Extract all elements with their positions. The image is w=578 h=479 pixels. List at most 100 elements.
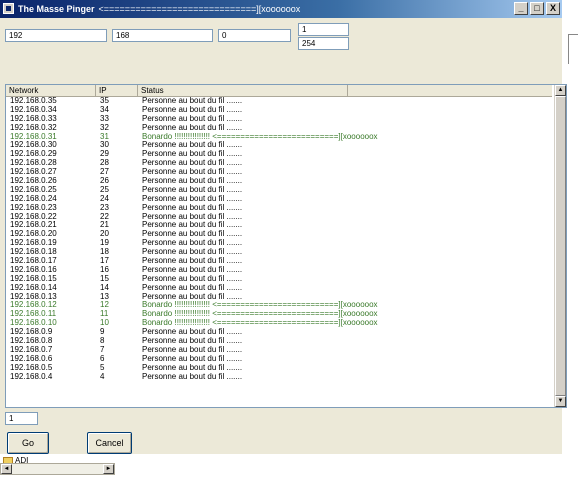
octet1-input[interactable]: 192 [5, 29, 107, 42]
table-row[interactable]: 192.168.0.30 30 Personne au bout du fil ..… [6, 141, 552, 150]
table-row[interactable]: 192.168.0.31 31 Bonardo !!!!!!!!!!!!!!!! <… [6, 133, 552, 142]
arrow-down-icon[interactable]: ▼ [555, 396, 566, 407]
table-row[interactable]: 192.168.0.23 23 Personne au bout du fil ..… [6, 204, 552, 213]
table-row[interactable]: 192.168.0.20 20 Personne au bout du fil ..… [6, 230, 552, 239]
cell-ip: 29 [100, 150, 109, 159]
table-row[interactable]: 192.168.0.28 28 Personne au bout du fil ..… [6, 159, 552, 168]
cell-network: 192.168.0.13 [10, 292, 57, 301]
cell-ip: 17 [100, 257, 109, 266]
cell-network: 192.168.0.9 [10, 328, 53, 337]
table-row[interactable]: 192.168.0.22 22 Personne au bout du fil ..… [6, 213, 552, 222]
table-row[interactable]: 192.168.0.34 34 Personne au bout du fil ..… [6, 106, 552, 115]
cell-status: Personne au bout du fil ....... [142, 283, 243, 292]
table-row[interactable]: 192.168.0.19 19 Personne au bout du fil ..… [6, 239, 552, 248]
go-button[interactable]: Go [7, 432, 49, 454]
cell-network: 192.168.0.8 [10, 337, 53, 346]
arrow-left-icon[interactable]: ◄ [1, 464, 12, 474]
column-header-network[interactable]: Network [6, 85, 96, 97]
octet2-input[interactable]: 168 [112, 29, 213, 42]
range-end-input[interactable]: 254 [298, 37, 349, 50]
app-icon[interactable] [3, 3, 14, 14]
cell-ip: 13 [100, 292, 109, 301]
cell-network: 192.168.0.17 [10, 257, 57, 266]
range-start-input[interactable]: 1 [298, 23, 349, 36]
background-window-edge [568, 34, 578, 64]
cell-status: Personne au bout du fil ....... [142, 239, 243, 248]
cell-status: Personne au bout du fil ....... [142, 194, 243, 203]
listview-header: Network IP Status [6, 85, 552, 97]
table-row[interactable]: 192.168.0.16 16 Personne au bout du fil ..… [6, 266, 552, 275]
table-row[interactable]: 192.168.0.13 13 Personne au bout du fil ..… [6, 293, 552, 302]
minimize-button[interactable]: _ [514, 2, 528, 15]
table-row[interactable]: 192.168.0.27 27 Personne au bout du fil ..… [6, 168, 552, 177]
table-row[interactable]: 192.168.0.25 25 Personne au bout du fil ..… [6, 186, 552, 195]
horizontal-scrollbar[interactable]: ◄ ► [0, 463, 115, 475]
cell-network: 192.168.0.24 [10, 194, 57, 203]
arrow-up-icon[interactable]: ▲ [555, 85, 566, 96]
table-row[interactable]: 192.168.0.35 35 Personne au bout du fil ..… [6, 97, 552, 106]
cell-status: Personne au bout du fil ....... [142, 363, 243, 372]
cell-network: 192.168.0.15 [10, 274, 57, 283]
column-header-status[interactable]: Status [138, 85, 348, 97]
table-row[interactable]: 192.168.0.26 26 Personne au bout du fil ..… [6, 177, 552, 186]
table-row[interactable]: 192.168.0.21 21 Personne au bout du fil ..… [6, 221, 552, 230]
cell-status: Personne au bout du fil ....... [142, 123, 243, 132]
arrow-right-icon[interactable]: ► [103, 464, 114, 474]
table-row[interactable]: 192.168.0.24 24 Personne au bout du fil ..… [6, 195, 552, 204]
title-bar[interactable]: The Masse Pinger <=======================… [0, 0, 562, 18]
table-row[interactable]: 192.168.0.9 9 Personne au bout du fil ....… [6, 328, 552, 337]
cell-network: 192.168.0.20 [10, 230, 57, 239]
cell-network: 192.168.0.26 [10, 177, 57, 186]
table-row[interactable]: 192.168.0.11 11 Bonardo !!!!!!!!!!!!!!!! <… [6, 310, 552, 319]
table-row[interactable]: 192.168.0.18 18 Personne au bout du fil ..… [6, 248, 552, 257]
cell-ip: 8 [100, 337, 105, 346]
table-row[interactable]: 192.168.0.10 10 Bonardo !!!!!!!!!!!!!!!! <… [6, 319, 552, 328]
cell-status: Personne au bout du fil ....... [142, 354, 243, 363]
cell-ip: 27 [100, 168, 109, 177]
column-header-ip[interactable]: IP [96, 85, 138, 97]
table-row[interactable]: 192.168.0.17 17 Personne au bout du fil ..… [6, 257, 552, 266]
table-row[interactable]: 192.168.0.4 4 Personne au bout du fil ....… [6, 373, 552, 382]
cell-ip: 26 [100, 177, 109, 186]
table-row[interactable]: 192.168.0.33 33 Personne au bout du fil ..… [6, 115, 552, 124]
cell-network: 192.168.0.28 [10, 159, 57, 168]
cell-status: Personne au bout du fil ....... [142, 185, 243, 194]
cell-ip: 18 [100, 248, 109, 257]
close-button[interactable]: X [546, 2, 560, 15]
table-row[interactable]: 192.168.0.14 14 Personne au bout du fil ..… [6, 284, 552, 293]
table-row[interactable]: 192.168.0.15 15 Personne au bout du fil ..… [6, 275, 552, 284]
cell-network: 192.168.0.14 [10, 283, 57, 292]
window-controls: _ □ X [514, 2, 560, 16]
cell-network: 192.168.0.6 [10, 354, 53, 363]
table-row[interactable]: 192.168.0.32 32 Personne au bout du fil ..… [6, 124, 552, 133]
octet3-input[interactable]: 0 [218, 29, 291, 42]
cell-network: 192.168.0.12 [10, 301, 57, 310]
cell-status: Personne au bout du fil ....... [142, 114, 243, 123]
cell-status: Personne au bout du fil ....... [142, 97, 243, 105]
cell-network: 192.168.0.21 [10, 221, 57, 230]
table-row[interactable]: 192.168.0.6 6 Personne au bout du fil ....… [6, 355, 552, 364]
cell-network: 192.168.0.32 [10, 123, 57, 132]
cell-ip: 12 [100, 301, 109, 310]
cell-status: Bonardo !!!!!!!!!!!!!!!! <==============… [142, 319, 378, 328]
cell-network: 192.168.0.7 [10, 345, 53, 354]
cell-ip: 10 [100, 319, 109, 328]
maximize-button[interactable]: □ [530, 2, 544, 15]
table-row[interactable]: 192.168.0.29 29 Personne au bout du fil ..… [6, 150, 552, 159]
cell-network: 192.168.0.5 [10, 363, 53, 372]
vertical-scrollbar[interactable]: ▲ ▼ [554, 85, 566, 407]
table-row[interactable]: 192.168.0.8 8 Personne au bout du fil ....… [6, 337, 552, 346]
scrollbar-thumb[interactable] [555, 96, 566, 396]
table-row[interactable]: 192.168.0.12 12 Bonardo !!!!!!!!!!!!!!!! <… [6, 301, 552, 310]
cell-ip: 9 [100, 328, 105, 337]
results-listview[interactable]: Network IP Status 192.168.0.35 35 Personne… [5, 84, 567, 408]
cell-network: 192.168.0.27 [10, 168, 57, 177]
threads-input[interactable]: 1 [5, 412, 38, 425]
cell-ip: 32 [100, 123, 109, 132]
table-row[interactable]: 192.168.0.7 7 Personne au bout du fil ....… [6, 346, 552, 355]
cell-ip: 15 [100, 274, 109, 283]
cell-status: Personne au bout du fil ....... [142, 105, 243, 114]
cell-ip: 24 [100, 194, 109, 203]
cancel-button[interactable]: Cancel [87, 432, 132, 454]
table-row[interactable]: 192.168.0.5 5 Personne au bout du fil ....… [6, 364, 552, 373]
